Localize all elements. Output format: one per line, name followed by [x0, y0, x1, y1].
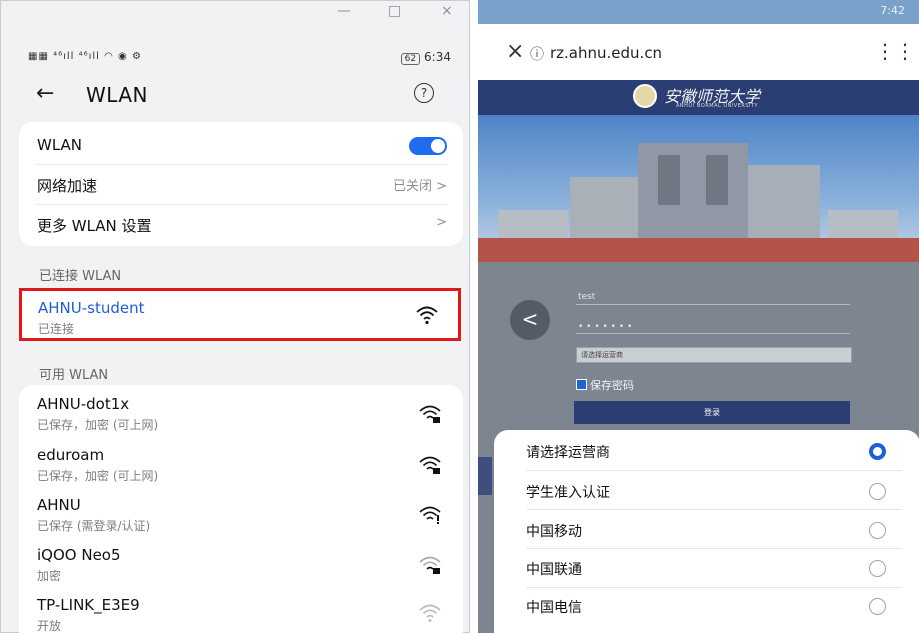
- radio-icon[interactable]: [869, 483, 886, 500]
- wlan-toggle-row[interactable]: WLAN: [37, 136, 447, 154]
- network-name: iQOO Neo5: [37, 546, 121, 564]
- back-arrow-icon[interactable]: ←: [36, 81, 54, 106]
- status-bar: 7:42: [478, 0, 919, 24]
- network-status: 已保存 (需登录/认证): [37, 519, 151, 533]
- network-name: AHNU-dot1x: [37, 395, 130, 413]
- more-wlan-settings-row[interactable]: 更多 WLAN 设置 >: [37, 215, 447, 236]
- divider: [526, 509, 902, 510]
- password-underline: [576, 333, 850, 334]
- connected-network-item[interactable]: AHNU-student 已连接: [19, 288, 461, 341]
- status-time: 6:34: [424, 50, 451, 64]
- network-name: TP-LINK_E3E9: [37, 596, 140, 614]
- wlan-toggle-switch[interactable]: [409, 137, 447, 155]
- divider: [526, 587, 902, 588]
- divider: [526, 470, 902, 471]
- remember-password-checkbox[interactable]: 保存密码: [576, 377, 634, 393]
- carrier-option[interactable]: 中国移动: [526, 521, 582, 541]
- university-banner: 安徽师范大学 ANHUI NORMAL UNIVERSITY: [478, 80, 919, 115]
- divider: [37, 164, 447, 165]
- status-time: 7:42: [880, 4, 905, 17]
- radio-icon[interactable]: [869, 598, 886, 615]
- available-networks-card: AHNU-dot1x 已保存，加密 (可上网) eduroam 已保存，加密 (…: [19, 385, 463, 634]
- remember-password-label: 保存密码: [590, 379, 634, 392]
- username-underline: [576, 304, 850, 305]
- back-button[interactable]: <: [510, 300, 550, 340]
- minimize-button[interactable]: —: [337, 3, 351, 19]
- campus-photo: [478, 115, 919, 262]
- wifi-icon: [419, 604, 441, 622]
- network-acceleration-value: 已关闭 >: [392, 179, 447, 194]
- carrier-option[interactable]: 中国联通: [526, 559, 582, 579]
- wifi-lock-icon: [419, 556, 441, 574]
- password-input[interactable]: • • • • • • •: [578, 322, 632, 332]
- wifi-icon: [416, 306, 438, 325]
- more-wlan-settings-label: 更多 WLAN 设置: [37, 217, 152, 235]
- network-status: 开放: [37, 619, 62, 633]
- university-name-en: ANHUI NORMAL UNIVERSITY: [676, 103, 759, 109]
- help-icon[interactable]: ?: [414, 83, 434, 103]
- settings-card: WLAN 网络加速 已关闭 > 更多 WLAN 设置 >: [19, 122, 463, 246]
- radio-selected-icon[interactable]: [869, 443, 886, 460]
- network-acceleration-row[interactable]: 网络加速 已关闭 >: [37, 175, 447, 196]
- network-acceleration-label: 网络加速: [37, 177, 98, 195]
- login-button[interactable]: 登录: [574, 401, 850, 424]
- carrier-option[interactable]: 中国电信: [526, 597, 582, 617]
- chevron-right-icon: >: [436, 215, 447, 230]
- divider: [526, 548, 902, 549]
- battery-icon: 62: [400, 53, 421, 65]
- wifi-lock-icon: [419, 456, 441, 474]
- connected-network-status: 已连接: [38, 322, 75, 336]
- wlan-settings-window: — □ × ▦▦ ⁴⁶ıll ⁴⁶ıll ◠ ◉ ⚙ 62 6:34 ← WLAN…: [0, 0, 470, 634]
- maximize-button[interactable]: □: [388, 3, 401, 19]
- info-icon[interactable]: ⓘ: [530, 44, 544, 64]
- wlan-label: WLAN: [37, 136, 83, 154]
- checkbox-icon: [576, 379, 587, 390]
- url-text[interactable]: rz.ahnu.edu.cn: [550, 44, 662, 62]
- network-status: 已保存，加密 (可上网): [37, 418, 159, 432]
- divider: [37, 204, 447, 205]
- wifi-alert-icon: [419, 506, 441, 524]
- radio-icon[interactable]: [869, 522, 886, 539]
- network-name: eduroam: [37, 446, 105, 464]
- network-status: 加密: [37, 569, 62, 583]
- status-bar-icons: ▦▦ ⁴⁶ıll ⁴⁶ıll ◠ ◉ ⚙: [28, 51, 142, 62]
- carrier-option[interactable]: 请选择运营商: [526, 442, 610, 462]
- more-menu-icon[interactable]: ⋮⋮: [875, 39, 915, 63]
- carrier-select[interactable]: 请选择运营商: [576, 347, 852, 363]
- connected-section-header: 已连接 WLAN: [39, 269, 122, 284]
- portal-browser-screen: 7:42 × ⓘ rz.ahnu.edu.cn ⋮⋮ 安徽师范大学 ANHUI …: [478, 0, 919, 633]
- close-button[interactable]: ×: [441, 3, 453, 19]
- university-logo-icon: [633, 84, 657, 108]
- close-icon[interactable]: ×: [506, 39, 524, 64]
- status-bar-right: 62 6:34: [400, 50, 451, 65]
- network-name: AHNU: [37, 496, 81, 514]
- available-section-header: 可用 WLAN: [39, 368, 109, 383]
- wifi-lock-icon: [419, 405, 441, 423]
- network-status: 已保存，加密 (可上网): [37, 469, 159, 483]
- username-input[interactable]: test: [578, 292, 595, 302]
- carrier-picker-sheet: 请选择运营商 学生准入认证 中国移动 中国联通 中国电信: [494, 430, 919, 633]
- browser-toolbar: × ⓘ rz.ahnu.edu.cn ⋮⋮: [478, 24, 919, 80]
- carrier-option[interactable]: 学生准入认证: [526, 482, 610, 502]
- page-title: WLAN: [86, 83, 149, 107]
- gate-wall: [478, 238, 919, 262]
- connected-network-name: AHNU-student: [38, 299, 145, 317]
- side-tab: [478, 457, 492, 495]
- radio-icon[interactable]: [869, 560, 886, 577]
